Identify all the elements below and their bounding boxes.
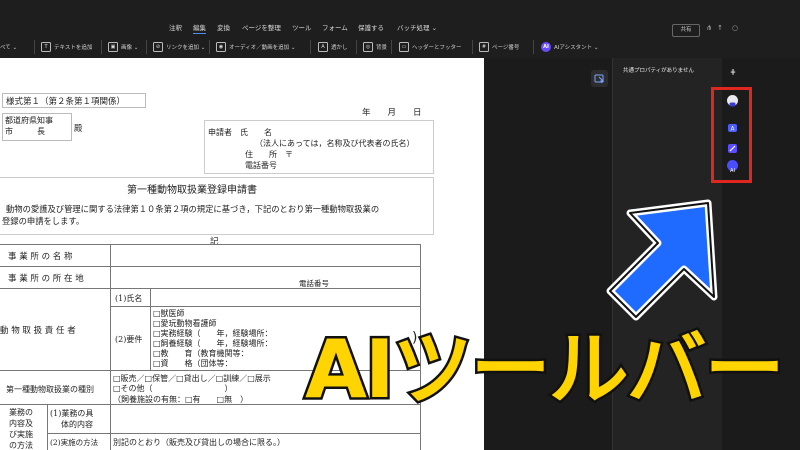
top-bar: 注釈 編集 変換 ページを整理 ツール フォーム 保護する バッチ処理 ⌄ 共有… xyxy=(0,0,800,58)
menu-tools[interactable]: ツール xyxy=(292,22,312,32)
divider xyxy=(310,40,311,54)
add-media-tool[interactable]: ◉ オーディオ／動画を追加 ⌄ xyxy=(216,41,295,53)
divider xyxy=(101,40,102,54)
table-line xyxy=(47,404,48,450)
menu-protect[interactable]: 保護する xyxy=(358,22,384,32)
menu-annotate[interactable]: 注釈 xyxy=(169,22,182,32)
watermark-icon: A xyxy=(318,42,328,52)
table-line xyxy=(150,288,151,370)
overlay-caption: AIツールバー xyxy=(303,322,788,417)
header-footer-tool[interactable]: ▭ ヘッダーとフッター xyxy=(399,41,462,53)
applicant-note: （法人にあっては，名称及び代表者の氏名） xyxy=(255,139,415,148)
cursor-icon xyxy=(594,74,605,84)
governor-label: 都道府県知事 xyxy=(5,116,53,125)
background-icon: ◎ xyxy=(363,42,373,52)
table-line xyxy=(0,288,420,289)
menu-organize-pages[interactable]: ページを整理 xyxy=(242,22,281,32)
intro-line-1: 動物の愛護及び管理に関する法律第１０条第２項の規定に基づき，下記のとおり第一種動… xyxy=(6,204,380,214)
edit-toolbar: べて ⌄ T テキストを追加 ▣ 画像 ⌄ ⊘ リンクを追加 ⌄ ◉ オーディオ／動画を… xyxy=(0,38,800,56)
arrow-icon xyxy=(606,199,718,321)
watermark-tool[interactable]: A 透かし xyxy=(318,41,348,53)
divider xyxy=(391,40,392,54)
req-line: □資 格（団体等： xyxy=(153,359,233,368)
business-label: の方法 xyxy=(9,441,33,450)
sub-method: (2)実施の方法 xyxy=(50,438,99,447)
row-phone-label: 電話番号 xyxy=(299,279,329,288)
sub-content: 体的内容 xyxy=(61,420,93,429)
add-text-tool[interactable]: T テキストを追加 xyxy=(41,41,92,53)
text-icon: T xyxy=(41,42,51,52)
page-number-tool[interactable]: # ページ番号 xyxy=(479,41,519,53)
highlight-box xyxy=(711,87,752,183)
divider xyxy=(533,40,534,54)
share-button[interactable]: 共有 xyxy=(672,24,700,37)
phone-label: 電話番号 xyxy=(245,161,277,170)
menu-batch[interactable]: バッチ処理 ⌄ xyxy=(397,22,437,32)
link-icon: ⊘ xyxy=(153,42,163,52)
row-office-name: 事 業 所 の 名 称 xyxy=(8,252,73,262)
image-icon: ▣ xyxy=(108,42,118,52)
applicant-label: 申請者 氏 名 xyxy=(208,128,272,137)
menu-edit[interactable]: 編集 xyxy=(193,22,206,34)
table-line xyxy=(0,266,420,267)
add-link-tool[interactable]: ⊘ リンクを追加 ⌄ xyxy=(153,41,205,53)
image-tool[interactable]: ▣ 画像 ⌄ xyxy=(108,41,138,53)
date-line: 年 月 日 xyxy=(362,108,422,118)
divider xyxy=(146,40,147,54)
sub-content: (1)業務の具 xyxy=(50,409,94,418)
table-line xyxy=(47,433,420,434)
dono-label: 殿 xyxy=(74,124,83,134)
row-business-type: 第一種動物取扱業の種別 xyxy=(6,385,94,394)
table-line xyxy=(110,306,420,307)
properties-icon[interactable]: ⋕ xyxy=(729,68,737,76)
menu-forms[interactable]: フォーム xyxy=(322,22,348,32)
row-office-address: 事 業 所 の 所 在 地 xyxy=(8,274,84,284)
type-line-2: □その他（ ） xyxy=(113,384,233,393)
divider xyxy=(34,40,35,54)
business-label: び実施 xyxy=(9,430,33,439)
select-tool-button[interactable] xyxy=(591,70,608,87)
panel-title: 共通プロパティがありません xyxy=(623,68,695,74)
collaborate-icon[interactable]: ⋔ xyxy=(705,24,713,32)
tool-all[interactable]: べて ⌄ xyxy=(0,41,17,53)
table-line xyxy=(0,244,420,245)
business-label: 業務の xyxy=(9,408,33,417)
form-number: 様式第１（第２条第１項関係） xyxy=(6,97,126,107)
divider xyxy=(209,40,210,54)
upload-icon[interactable]: ↑ xyxy=(716,24,724,32)
business-label: 内容及 xyxy=(9,419,33,428)
divider xyxy=(356,40,357,54)
sub-name: (1)氏名 xyxy=(115,294,143,303)
mayor-label: 市 長 xyxy=(5,127,45,136)
header-footer-icon: ▭ xyxy=(399,42,409,52)
intro-line-2: 登録の申請をします。 xyxy=(2,216,85,226)
table-line xyxy=(110,244,111,404)
method-text: 別記のとおり（販売及び貸出しの場合に限る。） xyxy=(113,438,285,447)
type-line-3: （飼養施設の有無：□有 □無 ） xyxy=(113,395,249,404)
row-manager: 動 物 取 扱 責 任 者 xyxy=(0,326,76,336)
address-label: 住 所 〒 xyxy=(245,150,293,159)
form-title: 第一種動物取扱業登録申請書 xyxy=(127,185,257,196)
background-tool[interactable]: ◎ 背景 xyxy=(363,41,387,53)
sub-requirements: (2)要件 xyxy=(115,335,143,344)
table-line xyxy=(110,404,111,450)
page-number-icon: # xyxy=(479,42,489,52)
divider xyxy=(472,40,473,54)
ki-label: 記 xyxy=(210,237,219,247)
menu-convert[interactable]: 変換 xyxy=(217,22,230,32)
ai-assistant-tool[interactable]: AI AIアシスタント ⌄ xyxy=(541,41,599,53)
ai-icon: AI xyxy=(541,42,551,52)
settings-icon[interactable]: ○ xyxy=(731,24,739,32)
media-icon: ◉ xyxy=(216,42,226,52)
